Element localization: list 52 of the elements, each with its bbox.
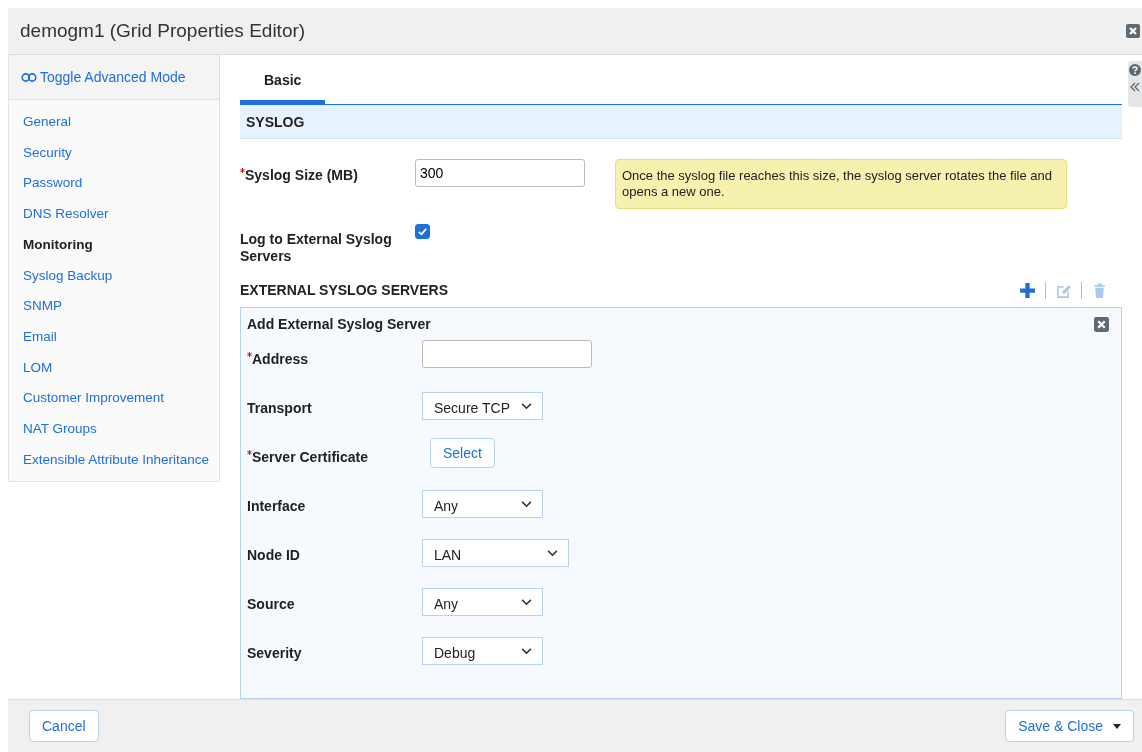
dropdown[interactable]: LAN	[422, 539, 569, 567]
sidebar-item[interactable]: SNMP	[9, 291, 76, 322]
dropdown[interactable]: Debug	[422, 637, 543, 665]
field-label: Server Certificate	[252, 449, 368, 465]
chevron-down-icon	[521, 598, 532, 606]
field-label: Log to External Syslog Servers	[240, 231, 393, 265]
chevron-down-icon	[547, 549, 558, 557]
dropdown[interactable]: Any	[422, 588, 543, 616]
help-tab[interactable]	[1128, 61, 1142, 107]
sidebar-item[interactable]: LOM	[9, 352, 67, 384]
text-field[interactable]	[422, 340, 592, 368]
field-label: Syslog Size (MB)	[245, 167, 358, 184]
sidebar-item[interactable]: Password	[9, 168, 97, 200]
collapse-icon[interactable]	[1130, 82, 1140, 92]
cancel-button[interactable]: Cancel	[29, 710, 99, 742]
sidebar-item[interactable]: General	[9, 107, 86, 138]
sidebar-item[interactable]: Syslog Backup	[9, 260, 127, 292]
text-field[interactable]: 300	[415, 159, 585, 187]
field-label: Address	[252, 351, 309, 367]
field-label: Source	[247, 596, 295, 612]
sidebar-item[interactable]: NAT Groups	[9, 414, 111, 445]
caret-icon	[1113, 723, 1121, 729]
plus-icon[interactable]	[1019, 281, 1036, 299]
close-icon[interactable]	[1094, 316, 1109, 332]
window-title: demogm1 (Grid Properties Editor)	[20, 20, 306, 42]
field-label: Node ID	[247, 547, 300, 563]
section-title: SYSLOG	[246, 113, 305, 130]
toggle-icon	[21, 71, 37, 83]
panel-title: Add External Syslog Server	[247, 316, 431, 332]
checkmark-icon	[417, 226, 428, 237]
chevron-down-icon	[521, 500, 532, 508]
checkbox[interactable]	[415, 224, 430, 239]
sidebar-item[interactable]: Customer Improvement	[9, 383, 179, 415]
sidebar-item[interactable]: DNS Resolver	[9, 199, 123, 230]
sidebar-item[interactable]: Extensible Attribute Inheritance	[9, 444, 224, 476]
dropdown[interactable]: Any	[422, 490, 543, 518]
save-and-close-button[interactable]: Save & Close	[1005, 710, 1134, 742]
sidebar-item[interactable]: Email	[9, 321, 71, 353]
chevron-down-icon	[521, 402, 532, 410]
sidebar-item[interactable]: Monitoring	[9, 229, 107, 261]
field-label: Severity	[247, 645, 302, 661]
field-label: Transport	[247, 400, 312, 416]
field-label: Interface	[247, 498, 306, 514]
sidebar-item[interactable]: Security	[9, 137, 86, 169]
select-button[interactable]: Select	[430, 438, 495, 468]
toggle-advanced-mode-link[interactable]: Toggle Advanced Mode	[9, 55, 219, 100]
close-icon[interactable]	[1126, 24, 1140, 38]
help-icon[interactable]	[1129, 64, 1141, 76]
hint-note: Once the syslog file reaches this size, the syslog server rotates the file and opens a new one.	[615, 159, 1067, 209]
chevron-down-icon	[521, 647, 532, 655]
section-title: EXTERNAL SYSLOG SERVERS	[240, 282, 448, 298]
dropdown[interactable]: Secure TCP	[422, 392, 543, 420]
